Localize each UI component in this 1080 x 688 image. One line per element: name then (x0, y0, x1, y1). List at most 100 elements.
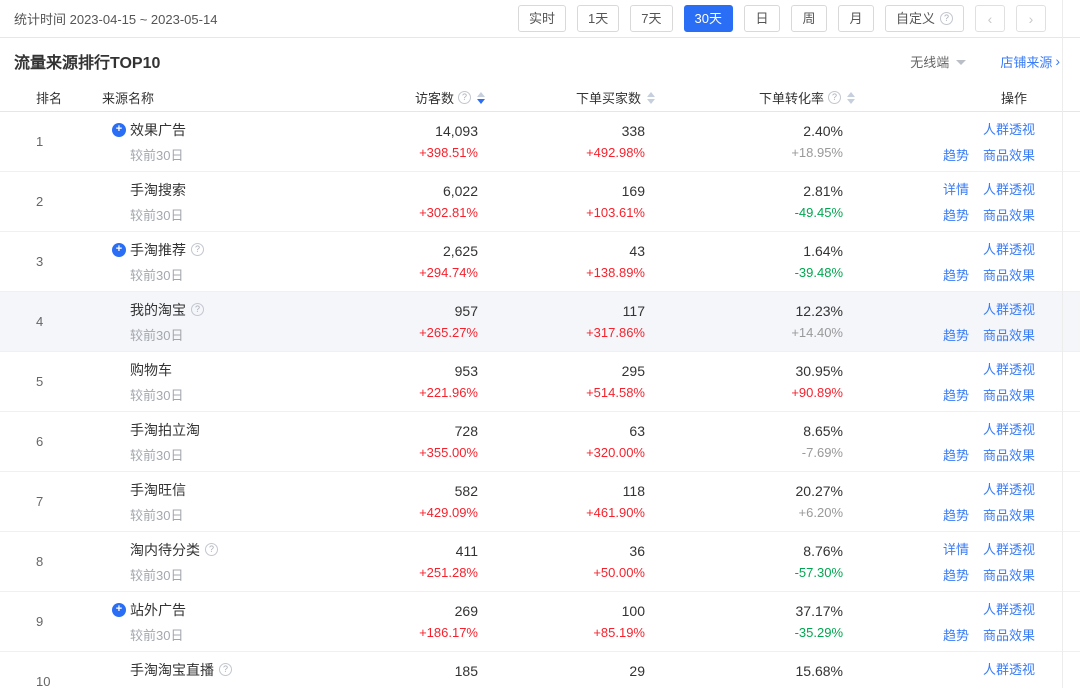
buyers-change: +138.89% (586, 265, 645, 280)
action-link[interactable]: 人群透视 (983, 419, 1035, 438)
expand-plus-icon[interactable]: + (112, 243, 126, 257)
sort-icon[interactable] (647, 92, 655, 104)
column-header-name: 来源名称 (76, 88, 335, 107)
conversion-change: +90.89% (791, 385, 843, 400)
column-header-visitors-label: 访客数 (415, 88, 454, 107)
help-icon[interactable]: ? (828, 91, 841, 104)
compare-period-label: 较前30日 (130, 625, 335, 644)
rank-cell: 10 (0, 652, 76, 688)
sort-icon[interactable] (847, 92, 855, 104)
visitors-value: 6,022 (443, 183, 478, 199)
action-link[interactable]: 人群透视 (983, 659, 1035, 678)
range-button[interactable]: 月 (838, 5, 874, 32)
actions-cell: 详情人群透视 趋势商品效果 (855, 172, 1035, 231)
rank-cell: 3 (0, 232, 76, 291)
expand-plus-icon[interactable]: + (112, 123, 126, 137)
date-range-toolbar: 统计时间 2023-04-15 ~ 2023-05-14 实时1天7天30天日周… (0, 0, 1080, 38)
action-link[interactable]: 趋势 (943, 265, 969, 284)
prev-period-button[interactable]: ‹ (975, 5, 1005, 32)
buyers-cell: 43 +138.89% (485, 232, 655, 291)
action-link[interactable]: 趋势 (943, 445, 969, 464)
table-row: 1 + 效果广告 ? 较前30日 14,093 +398.51% 338 +49… (0, 112, 1080, 172)
chevron-down-icon (956, 60, 966, 65)
action-link[interactable]: 趋势 (943, 625, 969, 644)
action-link[interactable]: 人群透视 (983, 299, 1035, 318)
action-link[interactable]: 人群透视 (983, 179, 1035, 198)
buyers-cell: 295 +514.58% (485, 352, 655, 411)
column-header-rank: 排名 (0, 88, 76, 107)
sort-icon[interactable] (477, 92, 485, 104)
help-icon[interactable]: ? (458, 91, 471, 104)
conversion-cell: 20.27% +6.20% (655, 472, 855, 531)
expand-plus-icon[interactable]: + (112, 603, 126, 617)
help-icon[interactable]: ? (191, 303, 204, 316)
conversion-change: -35.29% (795, 625, 843, 640)
action-link[interactable]: 商品效果 (983, 505, 1035, 524)
action-link[interactable]: 人群透视 (983, 239, 1035, 258)
action-link[interactable]: 商品效果 (983, 145, 1035, 164)
visitors-value: 14,093 (435, 123, 478, 139)
terminal-select-value: 无线端 (910, 52, 949, 71)
help-icon[interactable]: ? (219, 663, 232, 676)
conversion-cell: 8.65% -7.69% (655, 412, 855, 471)
visitors-cell: 14,093 +398.51% (335, 112, 485, 171)
action-link[interactable]: 人群透视 (983, 599, 1035, 618)
action-link[interactable]: 人群透视 (983, 119, 1035, 138)
actions-cell: 人群透视 趋势商品效果 (855, 592, 1035, 651)
compare-period-label: 较前30日 (130, 565, 335, 584)
visitors-value: 185 (455, 663, 478, 679)
action-link[interactable]: 详情 (943, 179, 969, 198)
source-name-cell: + 效果广告 ? 较前30日 (76, 112, 335, 171)
range-button[interactable]: 30天 (684, 5, 733, 32)
range-button[interactable]: 自定义? (885, 5, 964, 32)
buyers-cell: 338 +492.98% (485, 112, 655, 171)
range-button[interactable]: 7天 (630, 5, 672, 32)
action-link[interactable]: 商品效果 (983, 565, 1035, 584)
range-button-label: 30天 (695, 6, 722, 31)
range-button[interactable]: 实时 (518, 5, 566, 32)
help-icon[interactable]: ? (205, 543, 218, 556)
action-link[interactable]: 商品效果 (983, 625, 1035, 644)
action-link[interactable]: 趋势 (943, 385, 969, 404)
action-link[interactable]: 商品效果 (983, 325, 1035, 344)
actions-cell: 人群透视 趋势商品效果 (855, 412, 1035, 471)
action-link[interactable]: 详情 (943, 539, 969, 558)
action-link[interactable]: 趋势 (943, 205, 969, 224)
range-button[interactable]: 周 (791, 5, 827, 32)
action-link[interactable]: 人群透视 (983, 539, 1035, 558)
action-link[interactable]: 商品效果 (983, 385, 1035, 404)
action-link[interactable]: 趋势 (943, 145, 969, 164)
action-link[interactable]: 商品效果 (983, 445, 1035, 464)
terminal-select[interactable]: 无线端 (910, 52, 966, 71)
action-link[interactable]: 商品效果 (983, 265, 1035, 284)
range-button[interactable]: 1天 (577, 5, 619, 32)
action-link[interactable]: 趋势 (943, 505, 969, 524)
visitors-cell: 6,022 +302.81% (335, 172, 485, 231)
actions-cell: 人群透视 趋势商品效果 (855, 292, 1035, 351)
actions-cell: 人群透视 趋势商品效果 (855, 472, 1035, 531)
range-button[interactable]: 日 (744, 5, 780, 32)
column-header-conversion[interactable]: 下单转化率 ? (655, 88, 855, 107)
rank-value: 4 (36, 314, 43, 329)
action-link[interactable]: 趋势 (943, 565, 969, 584)
section-header: 流量来源排行TOP10 无线端 店铺来源 › (0, 38, 1080, 84)
action-link[interactable]: 趋势 (943, 325, 969, 344)
next-period-button[interactable]: › (1016, 5, 1046, 32)
column-header-buyers[interactable]: 下单买家数 (485, 88, 655, 107)
rank-value: 8 (36, 554, 43, 569)
conversion-cell: 30.95% +90.89% (655, 352, 855, 411)
source-name: 手淘拍立淘 (130, 420, 200, 440)
action-link[interactable]: 商品效果 (983, 205, 1035, 224)
column-header-visitors[interactable]: 访客数 ? (335, 88, 485, 107)
help-icon[interactable]: ? (191, 243, 204, 256)
buyers-cell: 117 +317.86% (485, 292, 655, 351)
shop-source-link[interactable]: 店铺来源 › (1000, 52, 1060, 71)
source-name-cell: + 手淘推荐 ? 较前30日 (76, 232, 335, 291)
action-link[interactable]: 人群透视 (983, 479, 1035, 498)
help-icon[interactable]: ? (940, 12, 953, 25)
visitors-change: +251.28% (419, 565, 478, 580)
source-name: 站外广告 (130, 600, 186, 620)
source-name: 手淘搜索 (130, 180, 186, 200)
action-link[interactable]: 人群透视 (983, 359, 1035, 378)
source-name-cell: + 手淘旺信 ? 较前30日 (76, 472, 335, 531)
